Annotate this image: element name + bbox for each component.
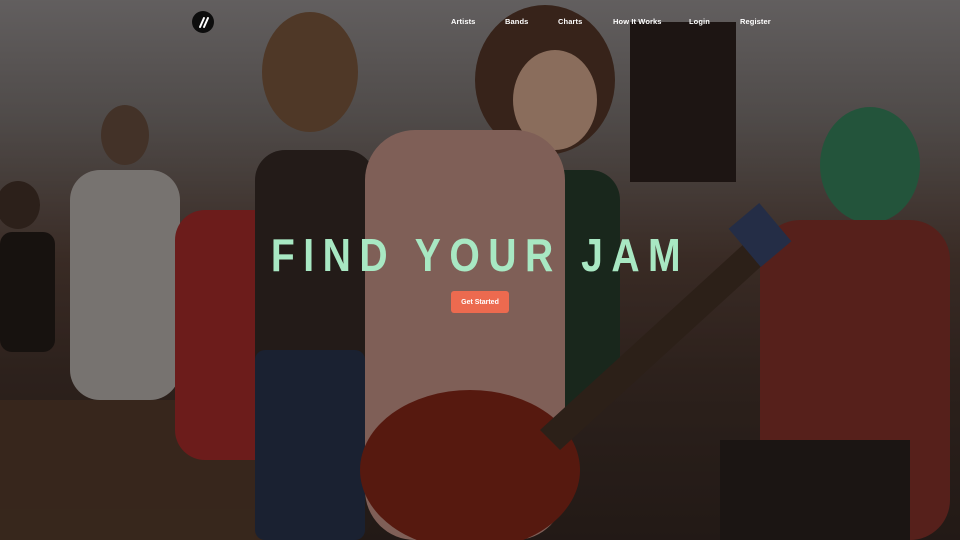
hero-headline: FIND YOUR JAM xyxy=(270,229,690,281)
get-started-button[interactable]: Get Started xyxy=(451,291,509,313)
nav-link-bands[interactable]: Bands xyxy=(505,17,528,26)
nav-link-register[interactable]: Register xyxy=(740,17,771,26)
nav-link-artists[interactable]: Artists xyxy=(451,17,475,26)
top-nav: Artists Bands Charts How It Works Login … xyxy=(0,17,960,31)
nav-link-login[interactable]: Login xyxy=(689,17,710,26)
nav-link-how-it-works[interactable]: How It Works xyxy=(613,17,662,26)
nav-link-charts[interactable]: Charts xyxy=(558,17,582,26)
